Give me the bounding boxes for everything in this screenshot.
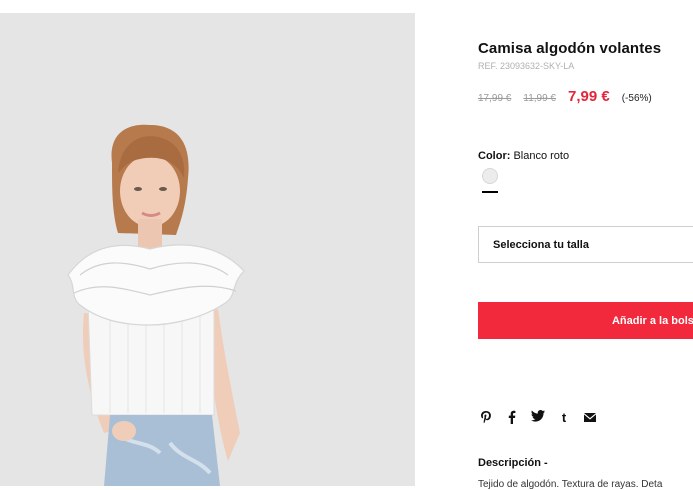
product-image[interactable]: [0, 13, 415, 486]
add-to-bag-button[interactable]: Añadir a la bolsa: [478, 302, 693, 339]
product-info-panel: Camisa algodón volantes REF. 23093632-SK…: [478, 0, 693, 490]
size-selector[interactable]: Selecciona tu talla: [478, 226, 693, 263]
share-icons: t: [478, 410, 598, 426]
product-title: Camisa algodón volantes: [478, 40, 662, 57]
tumblr-icon[interactable]: t: [556, 410, 572, 426]
discount-badge: (-56%): [621, 93, 652, 104]
email-icon[interactable]: [582, 410, 598, 426]
color-label: Color:: [478, 150, 511, 162]
pinterest-icon[interactable]: [478, 410, 494, 426]
price-current: 7,99 €: [568, 88, 610, 105]
twitter-icon[interactable]: [530, 410, 546, 426]
add-to-bag-label: Añadir a la bolsa: [611, 314, 693, 327]
price-row: 17,99 € 11,99 € 7,99 € (-56%): [478, 88, 652, 105]
color-swatch-blanco-roto[interactable]: [482, 168, 498, 184]
color-value: Blanco roto: [513, 150, 570, 162]
selected-swatch-indicator: [482, 191, 498, 193]
color-info: Color: Blanco roto: [478, 150, 569, 162]
price-original: 17,99 €: [478, 93, 512, 104]
description-title: Descripción -: [478, 457, 548, 469]
facebook-icon[interactable]: [504, 410, 520, 426]
description-text: Tejido de algodón. Textura de rayas. Det…: [478, 479, 663, 490]
price-previous: 11,99 €: [523, 93, 556, 104]
product-reference: REF. 23093632-SKY-LA: [478, 61, 575, 71]
